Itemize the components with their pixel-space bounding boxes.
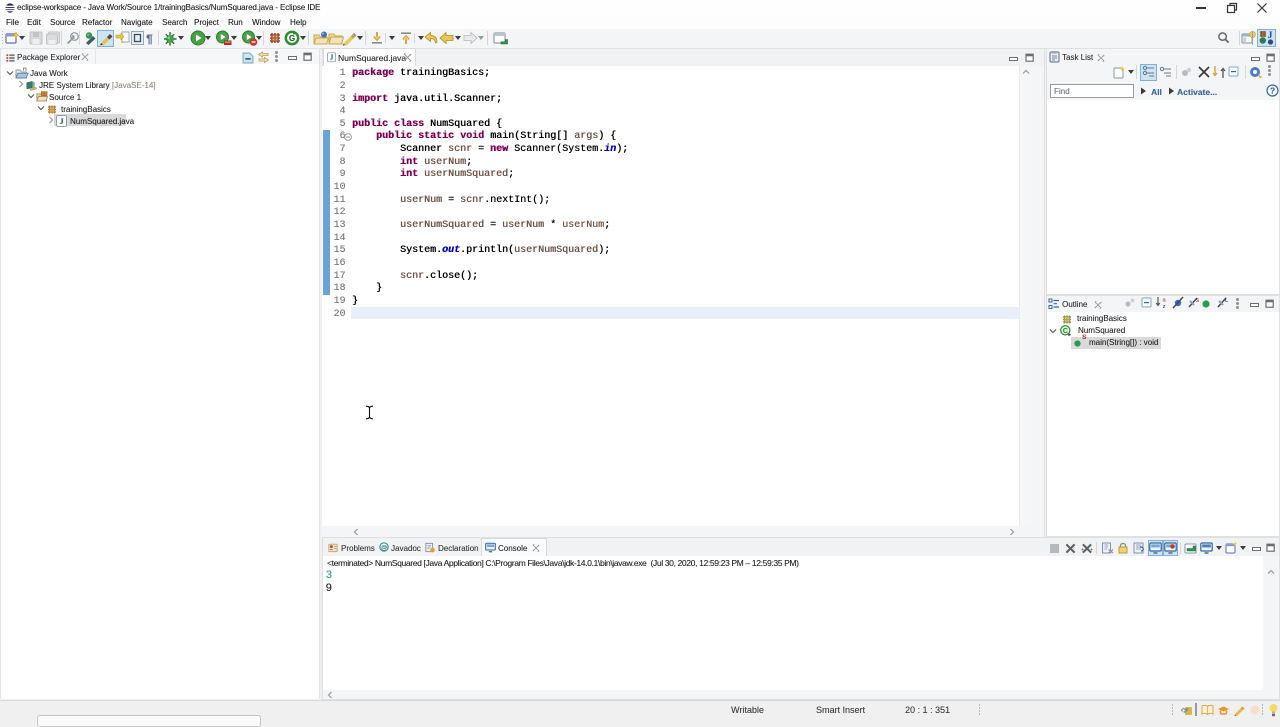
svg-text:?: ?: [1270, 85, 1275, 95]
svg-text:G: G: [289, 34, 295, 43]
svg-text:s: s: [1196, 298, 1199, 304]
svg-text:a: a: [1162, 298, 1166, 304]
svg-text:J: J: [1268, 30, 1273, 40]
svg-text:J: J: [329, 53, 333, 61]
svg-text:z: z: [1163, 304, 1166, 310]
svg-text:@: @: [381, 544, 387, 551]
svg-text:C: C: [1063, 328, 1068, 335]
svg-text:L: L: [1225, 298, 1229, 304]
